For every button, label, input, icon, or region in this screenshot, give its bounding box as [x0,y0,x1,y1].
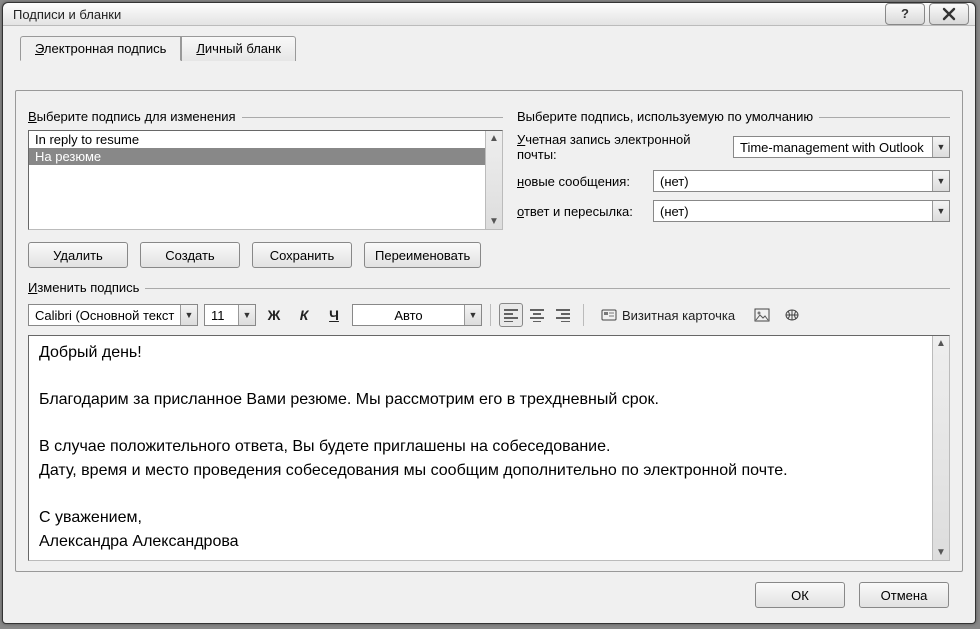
cancel-button[interactable]: Отмена [859,582,949,608]
bold-button[interactable]: Ж [262,303,286,327]
signature-item[interactable]: In reply to resume [29,131,485,148]
reply-forward-combo[interactable]: (нет) ▼ [653,200,950,222]
close-button[interactable] [929,3,969,25]
separator [490,304,491,326]
align-center-button[interactable] [525,303,549,327]
scrollbar[interactable]: ▲▼ [932,336,949,560]
rename-button[interactable]: Переименовать [364,242,481,268]
align-right-button[interactable] [551,303,575,327]
chevron-down-icon: ▼ [238,305,255,325]
window-title: Подписи и бланки [13,7,885,22]
format-toolbar: Calibri (Основной текст ▼ 11 ▼ Ж К Ч Авт… [28,303,950,327]
signature-list[interactable]: In reply to resume На резюме ▲▼ [28,130,503,230]
chevron-down-icon: ▼ [180,305,197,325]
chevron-down-icon: ▼ [932,171,949,191]
signature-editor[interactable]: Добрый день! Благодарим за присланное Ва… [28,335,950,561]
chevron-down-icon: ▼ [932,201,949,221]
tab-signature[interactable]: Электронная подпись [20,36,181,61]
card-icon [601,308,617,322]
svg-text:?: ? [901,7,909,21]
tabstrip: Электронная подпись Личный бланк [15,36,963,64]
italic-button[interactable]: К [292,303,316,327]
dialog-footer: ОК Отмена [15,572,963,620]
font-combo[interactable]: Calibri (Основной текст ▼ [28,304,198,326]
titlebar: Подписи и бланки ? [3,3,975,26]
tab-stationery[interactable]: Личный бланк [181,36,296,61]
new-messages-combo[interactable]: (нет) ▼ [653,170,950,192]
window-buttons: ? [885,3,969,25]
scrollbar[interactable]: ▲▼ [485,131,502,229]
top-groups: Выберите подпись для изменения In reply … [28,103,950,268]
chevron-down-icon: ▼ [464,305,481,325]
delete-button[interactable]: Удалить [28,242,128,268]
ok-button[interactable]: ОК [755,582,845,608]
business-card-button[interactable]: Визитная карточка [592,303,744,327]
tab-panel: Выберите подпись для изменения In reply … [15,90,963,572]
underline-button[interactable]: Ч [322,303,346,327]
account-combo[interactable]: Time-management with Outlook ▼ [733,136,950,158]
dialog-signatures: Подписи и бланки ? Электронная подпись Л… [2,2,976,624]
save-button[interactable]: Сохранить [252,242,352,268]
editor-body[interactable]: Добрый день! Благодарим за присланное Ва… [29,336,932,560]
separator [583,304,584,326]
group-default-signature: Выберите подпись, используемую по умолча… [517,103,950,268]
insert-picture-button[interactable] [750,303,774,327]
edit-signature-section: Изменить подпись Calibri (Основной текст… [28,280,950,561]
signature-item[interactable]: На резюме [29,148,485,165]
font-size-combo[interactable]: 11 ▼ [204,304,256,326]
chevron-down-icon: ▼ [932,137,949,157]
insert-hyperlink-button[interactable] [780,303,804,327]
font-color-combo[interactable]: Авто ▼ [352,304,482,326]
align-left-button[interactable] [499,303,523,327]
group-select-signature: Выберите подпись для изменения In reply … [28,103,503,268]
dialog-content: Электронная подпись Личный бланк Выберит… [3,26,975,626]
help-button[interactable]: ? [885,3,925,25]
new-button[interactable]: Создать [140,242,240,268]
